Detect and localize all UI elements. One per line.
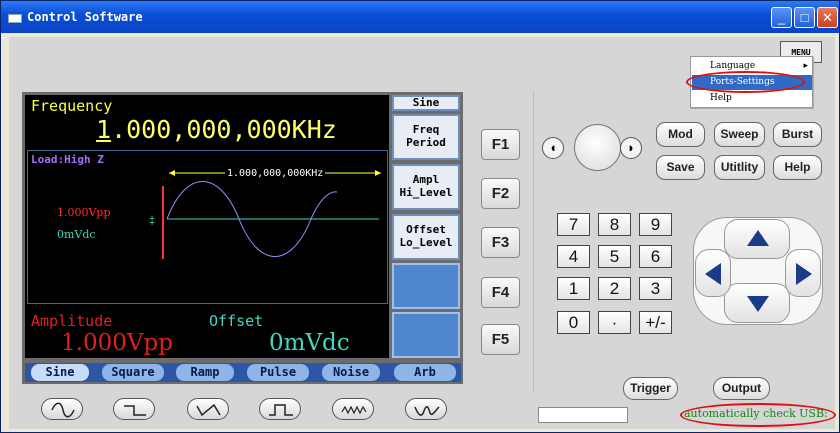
sine-wave-button[interactable] xyxy=(41,398,83,420)
span-arrow-right xyxy=(375,170,381,176)
softkey-ampl-hi[interactable]: Ampl Hi_Level xyxy=(392,164,460,210)
arrow-down-button[interactable] xyxy=(724,283,790,323)
app-window: Control Software _ □ ✕ Frequency 1.000,0… xyxy=(0,0,840,433)
key-8[interactable]: 8 xyxy=(598,213,631,236)
f2-key[interactable]: F2 xyxy=(481,178,520,209)
softkey-lo-level: Lo_Level xyxy=(399,236,453,249)
output-button[interactable]: Output xyxy=(713,377,770,400)
arrow-left-button[interactable] xyxy=(695,249,731,297)
load-label: Load:High Z xyxy=(31,153,104,166)
ramp-wave-button[interactable] xyxy=(187,398,229,420)
key-9[interactable]: 9 xyxy=(639,213,672,236)
softkey-period: Period xyxy=(406,136,446,149)
title-bar: Control Software xyxy=(1,1,839,33)
close-button[interactable]: ✕ xyxy=(817,7,838,28)
knob-right-icon[interactable]: ◗ xyxy=(620,137,642,159)
softkey-ampl: Ampl xyxy=(412,173,440,186)
knob-left-icon[interactable]: ◖ xyxy=(542,137,564,159)
arb-wave-button[interactable] xyxy=(405,398,447,420)
tab-arb[interactable]: Arb xyxy=(394,364,456,381)
frequency-label: Frequency xyxy=(31,97,113,115)
key-plus-minus[interactable]: +/- xyxy=(639,311,672,334)
square-wave-button[interactable] xyxy=(113,398,155,420)
offset-marker: ‡ xyxy=(149,215,155,227)
menu-highlight-ring xyxy=(686,71,805,93)
tab-pulse[interactable]: Pulse xyxy=(247,364,309,381)
f5-key[interactable]: F5 xyxy=(481,324,520,355)
amplitude-label: Amplitude xyxy=(31,312,113,330)
softkey-freq-period[interactable]: Freq Period xyxy=(392,114,460,160)
f4-key[interactable]: F4 xyxy=(481,277,520,308)
softkey-offset: Offset xyxy=(406,223,446,236)
key-6[interactable]: 6 xyxy=(639,245,672,268)
pulse-wave-button[interactable] xyxy=(259,398,301,420)
arb-wave-icon xyxy=(414,406,440,416)
utility-button[interactable]: Utitlity xyxy=(714,155,765,180)
submenu-arrow-icon: ▸ xyxy=(803,61,808,71)
key-3[interactable]: 3 xyxy=(639,277,672,300)
tab-square[interactable]: Square xyxy=(102,364,164,381)
key-7[interactable]: 7 xyxy=(557,213,590,236)
waveform-frequency: 1.000,000,000KHz xyxy=(225,168,326,179)
frequency-digits: .000,000,000KHz xyxy=(111,115,337,144)
status-highlight-ring xyxy=(680,403,836,427)
softkey-header: Sine xyxy=(392,95,460,111)
plot-amplitude: 1.000Vpp xyxy=(57,206,111,219)
softkey-4[interactable] xyxy=(392,263,460,309)
key-2[interactable]: 2 xyxy=(598,277,631,300)
maximize-button[interactable]: □ xyxy=(794,7,815,28)
offset-value: 0mVdc xyxy=(269,330,350,356)
amplitude-value: 1.000Vpp xyxy=(61,330,173,356)
offset-label: Offset xyxy=(209,312,264,330)
key-1[interactable]: 1 xyxy=(557,277,590,300)
trigger-button[interactable]: Trigger xyxy=(623,377,678,400)
f1-key[interactable]: F1 xyxy=(481,129,520,160)
key-0[interactable]: 0 xyxy=(557,311,590,334)
arrow-right-icon xyxy=(796,263,812,285)
app-icon xyxy=(8,14,22,23)
save-button[interactable]: Save xyxy=(656,155,705,180)
menu-item-language-label: Language xyxy=(710,61,756,71)
sweep-button[interactable]: Sweep xyxy=(714,122,765,147)
key-decimal[interactable]: · xyxy=(598,311,631,334)
mod-button[interactable]: Mod xyxy=(656,122,705,147)
softkey-freq: Freq xyxy=(412,123,440,136)
pulse-wave-icon xyxy=(269,404,293,416)
span-arrow-left xyxy=(169,170,175,176)
arrow-up-button[interactable] xyxy=(724,219,790,259)
arrow-up-icon xyxy=(747,230,769,246)
square-wave-icon xyxy=(124,405,146,416)
arrow-down-icon xyxy=(747,296,769,312)
status-field xyxy=(538,407,628,423)
frequency-value: 1.000,000,000KHz xyxy=(96,115,337,144)
tab-sine[interactable]: Sine xyxy=(31,364,89,381)
help-button[interactable]: Help xyxy=(773,155,822,180)
menu-item-help[interactable]: Help xyxy=(692,91,812,106)
noise-wave-button[interactable] xyxy=(332,398,374,420)
sine-wave-icon xyxy=(51,402,75,418)
burst-button[interactable]: Burst xyxy=(773,122,822,147)
minimize-button[interactable]: _ xyxy=(771,7,792,28)
arrow-right-button[interactable] xyxy=(785,249,821,297)
frequency-cursor-digit: 1 xyxy=(96,115,112,144)
softkey-offset-lo[interactable]: Offset Lo_Level xyxy=(392,214,460,260)
plot-offset: 0mVdc xyxy=(57,228,96,241)
softkey-5[interactable] xyxy=(392,312,460,358)
arrow-left-icon xyxy=(705,263,721,285)
rotary-knob[interactable] xyxy=(574,124,621,171)
softkey-hi-level: Hi_Level xyxy=(399,186,453,199)
noise-wave-icon xyxy=(341,405,367,415)
ramp-wave-icon xyxy=(196,403,221,417)
key-5[interactable]: 5 xyxy=(598,245,631,268)
tab-noise[interactable]: Noise xyxy=(322,364,380,381)
divider xyxy=(533,91,534,391)
window-title: Control Software xyxy=(27,10,143,24)
tab-ramp[interactable]: Ramp xyxy=(176,364,234,381)
f3-key[interactable]: F3 xyxy=(481,227,520,258)
key-4[interactable]: 4 xyxy=(557,245,590,268)
